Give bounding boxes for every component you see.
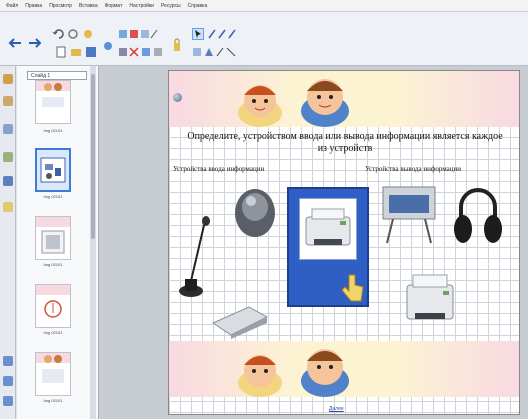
next-link[interactable]: Далее bbox=[329, 406, 344, 412]
clipboard-tools-group[interactable] bbox=[118, 46, 168, 58]
slide-thumbnail-1[interactable] bbox=[35, 80, 71, 124]
undo-icon[interactable] bbox=[52, 28, 64, 40]
shapes-icon[interactable] bbox=[192, 46, 238, 58]
slide-thumbnail-4[interactable] bbox=[35, 284, 71, 328]
bottom-tab3-icon[interactable] bbox=[3, 396, 13, 406]
slide-thumbnail-5[interactable] bbox=[35, 352, 71, 396]
page-sorter-tab-icon[interactable] bbox=[3, 74, 13, 84]
thumbnail-label: Img 02101 bbox=[43, 194, 63, 199]
headphones-device-image[interactable] bbox=[451, 179, 505, 261]
attachments-tab-icon[interactable] bbox=[3, 124, 13, 134]
thumbnail-label: Img 02101 bbox=[43, 262, 63, 267]
side-tab-strip bbox=[0, 66, 16, 419]
bottom-tab2-icon[interactable] bbox=[3, 376, 13, 386]
bottom-tab-icon[interactable] bbox=[3, 356, 13, 366]
pen-icon[interactable] bbox=[207, 28, 237, 40]
lesson-tab-icon[interactable] bbox=[3, 202, 13, 212]
page-icon[interactable] bbox=[55, 46, 67, 58]
selected-device-frame[interactable] bbox=[287, 187, 369, 307]
thumbnail-label: Img 02101 bbox=[43, 398, 63, 403]
select-arrow-icon[interactable] bbox=[192, 28, 204, 40]
back-arrow-icon[interactable] bbox=[8, 38, 22, 48]
hand-cursor-icon bbox=[341, 274, 364, 302]
slide-thumbnail-2[interactable] bbox=[35, 148, 71, 192]
forward-arrow-icon[interactable] bbox=[28, 38, 42, 48]
output-devices-label: Устройства вывода информации bbox=[365, 165, 461, 173]
scanner-device-image[interactable] bbox=[209, 299, 271, 339]
menu-file[interactable]: Файл bbox=[6, 3, 18, 9]
menu-settings[interactable]: Настройки bbox=[129, 3, 154, 9]
input-devices-label: Устройства ввода информации bbox=[173, 165, 265, 173]
printer-device-image[interactable] bbox=[300, 199, 356, 259]
mouse-device-image[interactable] bbox=[231, 183, 281, 243]
menu-edit[interactable]: Правка bbox=[25, 3, 42, 9]
thumbnail-label: Img 02101 bbox=[43, 330, 63, 335]
menu-bar: Файл Правка Просмотр Вставка Формат Наст… bbox=[0, 0, 528, 12]
menu-help[interactable]: Справка bbox=[188, 3, 208, 9]
paint-icon[interactable] bbox=[82, 28, 94, 40]
slide-title: Определите, устройством ввода или вывода… bbox=[187, 131, 503, 154]
toolbar bbox=[0, 12, 528, 66]
children-illustration-top bbox=[238, 79, 349, 127]
lock-icon[interactable] bbox=[173, 38, 181, 52]
laser-printer-device-image[interactable] bbox=[401, 267, 459, 329]
menu-format[interactable]: Формат bbox=[105, 3, 123, 9]
selected-device-area bbox=[299, 198, 357, 260]
children-illustration-bottom bbox=[238, 349, 349, 397]
menu-view[interactable]: Просмотр bbox=[49, 3, 72, 9]
gallery-tab-icon[interactable] bbox=[3, 96, 13, 106]
slide-sorter: Слайд 1 Img 02101 Img 02101 Img 02101 Im… bbox=[17, 66, 99, 419]
slide-canvas[interactable]: Определите, устройством ввода или вывода… bbox=[168, 70, 520, 415]
globe-icon[interactable] bbox=[102, 40, 114, 52]
plotter-device-image[interactable] bbox=[379, 181, 441, 245]
sorter-scrollbar-thumb[interactable] bbox=[91, 74, 95, 239]
edit-tools-group[interactable] bbox=[118, 28, 158, 40]
page-nav-button[interactable] bbox=[173, 93, 182, 102]
microphone-device-image[interactable] bbox=[177, 215, 213, 305]
menu-insert[interactable]: Вставка bbox=[79, 3, 98, 9]
thumbnail-label: Img 02101 bbox=[43, 128, 63, 133]
save-icon[interactable] bbox=[85, 46, 97, 58]
slide-thumbnail-3[interactable] bbox=[35, 216, 71, 260]
properties-tab-icon[interactable] bbox=[3, 152, 13, 162]
addons-tab-icon[interactable] bbox=[3, 176, 13, 186]
menu-resources[interactable]: Ресурсы bbox=[161, 3, 181, 9]
redo-icon[interactable] bbox=[67, 28, 79, 40]
slide-sorter-header[interactable]: Слайд 1 bbox=[27, 71, 87, 80]
app-window: Файл Правка Просмотр Вставка Формат Наст… bbox=[0, 0, 528, 419]
folder-icon[interactable] bbox=[70, 46, 82, 58]
